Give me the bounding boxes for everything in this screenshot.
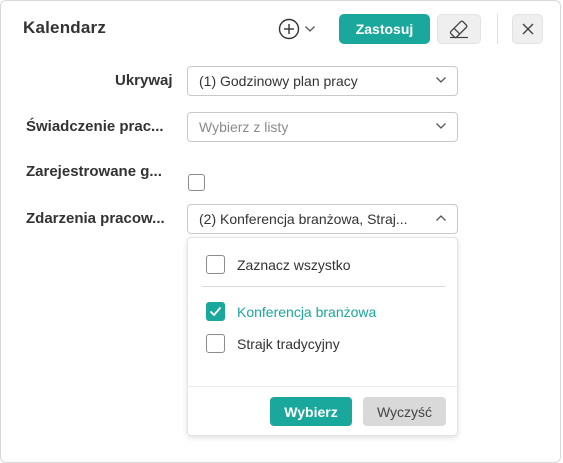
checkmark-icon — [209, 306, 222, 317]
hide-select-value: (1) Godzinowy plan pracy — [199, 73, 358, 89]
option-strajk-label: Strajk tradycyjny — [237, 335, 340, 352]
registered-label: Zarejestrowane g... — [26, 163, 162, 180]
pick-button[interactable]: Wybierz — [270, 397, 352, 426]
chevron-down-icon — [436, 77, 446, 83]
benefit-label: Świadczenie prac... — [26, 118, 164, 135]
registered-checkbox[interactable] — [188, 174, 205, 191]
option-strajk[interactable]: Strajk tradycyjny — [206, 334, 340, 353]
panel-title: Kalendarz — [23, 18, 107, 37]
select-all-label: Zaznacz wszystko — [237, 256, 351, 273]
benefit-select[interactable]: Wybierz z listy — [187, 112, 458, 142]
events-select-value: (2) Konferencja branżowa, Straj... — [199, 211, 408, 227]
dropdown-divider — [202, 286, 445, 287]
hide-select[interactable]: (1) Godzinowy plan pracy — [187, 66, 458, 96]
events-label: Zdarzenia pracow... — [26, 210, 165, 227]
chevron-up-icon — [436, 215, 446, 221]
close-icon — [522, 23, 533, 35]
option-konferencja[interactable]: Konferencja branżowa — [206, 302, 376, 321]
chevron-down-icon — [436, 123, 446, 129]
plus-circle-icon — [278, 18, 300, 40]
option-strajk-checkbox[interactable] — [206, 334, 225, 353]
clear-button[interactable]: Wyczyść — [363, 397, 446, 426]
eraser-icon — [449, 20, 468, 39]
chevron-down-icon — [305, 26, 315, 32]
header-divider — [497, 14, 498, 44]
select-all-checkbox[interactable] — [206, 255, 225, 274]
close-button[interactable] — [512, 14, 543, 44]
events-dropdown: Zaznacz wszystko Konferencja branżowa St… — [187, 237, 458, 436]
erase-button[interactable] — [437, 14, 481, 44]
add-button[interactable] — [278, 17, 324, 41]
hide-label: Ukrywaj — [115, 72, 173, 89]
select-all-option[interactable]: Zaznacz wszystko — [206, 255, 351, 274]
benefit-select-placeholder: Wybierz z listy — [199, 119, 289, 135]
dropdown-footer-divider — [188, 386, 457, 387]
apply-button[interactable]: Zastosuj — [339, 14, 430, 44]
option-konferencja-checkbox[interactable] — [206, 302, 225, 321]
calendar-filter-panel: Kalendarz Zastosuj Ukrywaj (1) Godzinowy… — [0, 0, 561, 463]
events-select[interactable]: (2) Konferencja branżowa, Straj... — [187, 204, 458, 234]
option-konferencja-label: Konferencja branżowa — [237, 303, 377, 320]
